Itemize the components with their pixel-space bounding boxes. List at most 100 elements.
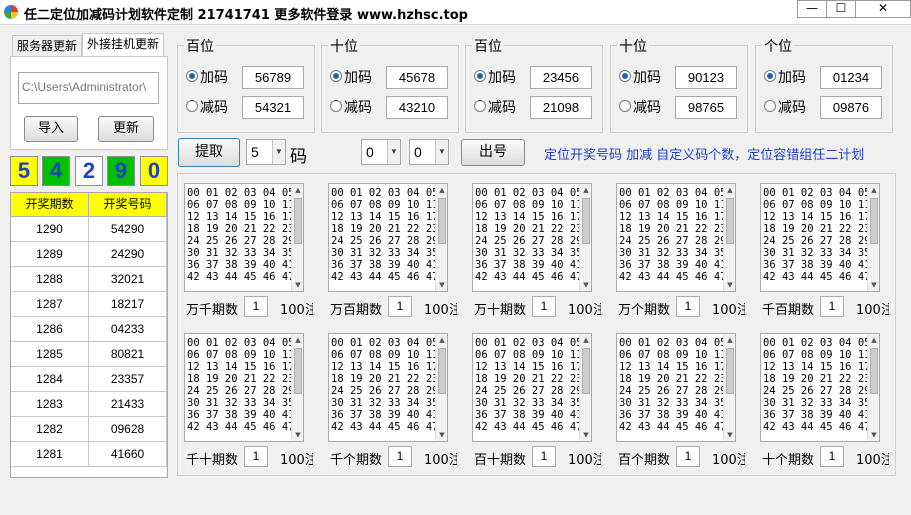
add-radio[interactable] [619, 70, 631, 82]
table-row[interactable]: 1289 24290 [11, 242, 167, 267]
path-input[interactable]: C:\Users\Administrator\ [18, 72, 159, 104]
scrollbar[interactable]: ▲ ▼ [867, 184, 879, 291]
code-listbox[interactable]: 00 01 02 03 04 05 06 07 08 09 10 11 12 1… [328, 183, 448, 292]
chevron-down-icon[interactable]: ▼ [272, 140, 285, 164]
add-radio[interactable] [764, 70, 776, 82]
scroll-up-icon[interactable]: ▲ [868, 184, 879, 196]
add-value-field[interactable]: 56789 [242, 66, 304, 89]
period-input[interactable]: 1 [532, 446, 556, 467]
update-button[interactable]: 更新 [98, 116, 154, 142]
scroll-thumb[interactable] [870, 348, 878, 394]
add-value-field[interactable]: 23456 [530, 66, 592, 89]
select-2[interactable]: 0 ▼ [409, 139, 449, 165]
scroll-down-icon[interactable]: ▼ [580, 279, 591, 291]
code-listbox[interactable]: 00 01 02 03 04 05 06 07 08 09 10 11 12 1… [616, 183, 736, 292]
scroll-down-icon[interactable]: ▼ [580, 429, 591, 441]
sub-value-field[interactable]: 09876 [820, 96, 882, 119]
scroll-up-icon[interactable]: ▲ [436, 184, 447, 196]
scroll-thumb[interactable] [438, 198, 446, 244]
scrollbar[interactable]: ▲ ▼ [291, 334, 303, 441]
period-input[interactable]: 1 [532, 296, 556, 317]
add-value-field[interactable]: 45678 [386, 66, 448, 89]
scroll-up-icon[interactable]: ▲ [724, 184, 735, 196]
period-input[interactable]: 1 [820, 296, 844, 317]
scrollbar[interactable]: ▲ ▼ [291, 184, 303, 291]
table-row[interactable]: 1286 04233 [11, 317, 167, 342]
table-row[interactable]: 1281 41660 [11, 442, 167, 467]
scroll-down-icon[interactable]: ▼ [724, 279, 735, 291]
code-count-select[interactable]: 5 ▼ [246, 139, 286, 165]
code-listbox[interactable]: 00 01 02 03 04 05 06 07 08 09 10 11 12 1… [184, 333, 304, 442]
scroll-thumb[interactable] [582, 348, 590, 394]
scroll-up-icon[interactable]: ▲ [868, 334, 879, 346]
scrollbar[interactable]: ▲ ▼ [435, 334, 447, 441]
scrollbar[interactable]: ▲ ▼ [723, 184, 735, 291]
scroll-down-icon[interactable]: ▼ [292, 429, 303, 441]
scrollbar[interactable]: ▲ ▼ [579, 184, 591, 291]
add-value-field[interactable]: 01234 [820, 66, 882, 89]
table-row[interactable]: 1283 21433 [11, 392, 167, 417]
scrollbar[interactable]: ▲ ▼ [579, 334, 591, 441]
scrollbar[interactable]: ▲ ▼ [435, 184, 447, 291]
scrollbar[interactable]: ▲ ▼ [867, 334, 879, 441]
add-radio[interactable] [186, 70, 198, 82]
sub-radio[interactable] [619, 100, 631, 112]
code-listbox[interactable]: 00 01 02 03 04 05 06 07 08 09 10 11 12 1… [472, 183, 592, 292]
add-value-field[interactable]: 90123 [675, 66, 737, 89]
code-listbox[interactable]: 00 01 02 03 04 05 06 07 08 09 10 11 12 1… [328, 333, 448, 442]
scroll-down-icon[interactable]: ▼ [436, 429, 447, 441]
table-row[interactable]: 1287 18217 [11, 292, 167, 317]
scroll-down-icon[interactable]: ▼ [292, 279, 303, 291]
scroll-down-icon[interactable]: ▼ [868, 279, 879, 291]
scroll-thumb[interactable] [438, 348, 446, 394]
scroll-thumb[interactable] [870, 198, 878, 244]
code-listbox[interactable]: 00 01 02 03 04 05 06 07 08 09 10 11 12 1… [616, 333, 736, 442]
close-button[interactable]: ✕ [855, 0, 911, 18]
sub-value-field[interactable]: 21098 [530, 96, 592, 119]
minimize-button[interactable]: — [797, 0, 827, 18]
code-listbox[interactable]: 00 01 02 03 04 05 06 07 08 09 10 11 12 1… [760, 183, 880, 292]
sub-value-field[interactable]: 43210 [386, 96, 448, 119]
chevron-down-icon[interactable]: ▼ [435, 140, 448, 164]
period-input[interactable]: 1 [388, 296, 412, 317]
period-input[interactable]: 1 [676, 296, 700, 317]
sub-radio[interactable] [330, 100, 342, 112]
sub-radio[interactable] [186, 100, 198, 112]
extract-button[interactable]: 提取 [178, 138, 240, 167]
period-input[interactable]: 1 [244, 296, 268, 317]
table-row[interactable]: 1285 80821 [11, 342, 167, 367]
chevron-down-icon[interactable]: ▼ [387, 140, 400, 164]
select-1[interactable]: 0 ▼ [361, 139, 401, 165]
scroll-up-icon[interactable]: ▲ [580, 184, 591, 196]
period-input[interactable]: 1 [388, 446, 412, 467]
scroll-up-icon[interactable]: ▲ [724, 334, 735, 346]
sub-radio[interactable] [474, 100, 486, 112]
code-listbox[interactable]: 00 01 02 03 04 05 06 07 08 09 10 11 12 1… [760, 333, 880, 442]
add-radio[interactable] [330, 70, 342, 82]
scroll-thumb[interactable] [294, 348, 302, 394]
sub-value-field[interactable]: 54321 [242, 96, 304, 119]
table-row[interactable]: 1290 54290 [11, 217, 167, 242]
scroll-up-icon[interactable]: ▲ [292, 334, 303, 346]
scroll-up-icon[interactable]: ▲ [580, 334, 591, 346]
scroll-down-icon[interactable]: ▼ [868, 429, 879, 441]
tab-external-update[interactable]: 外接挂机更新 [82, 33, 165, 57]
scroll-thumb[interactable] [726, 348, 734, 394]
table-row[interactable]: 1282 09628 [11, 417, 167, 442]
code-listbox[interactable]: 00 01 02 03 04 05 06 07 08 09 10 11 12 1… [472, 333, 592, 442]
period-input[interactable]: 1 [820, 446, 844, 467]
scroll-thumb[interactable] [294, 198, 302, 244]
code-listbox[interactable]: 00 01 02 03 04 05 06 07 08 09 10 11 12 1… [184, 183, 304, 292]
table-row[interactable]: 1288 32021 [11, 267, 167, 292]
scroll-up-icon[interactable]: ▲ [292, 184, 303, 196]
table-row[interactable]: 1284 23357 [11, 367, 167, 392]
add-radio[interactable] [474, 70, 486, 82]
scroll-thumb[interactable] [582, 198, 590, 244]
scrollbar[interactable]: ▲ ▼ [723, 334, 735, 441]
scroll-thumb[interactable] [726, 198, 734, 244]
output-button[interactable]: 出号 [461, 139, 525, 166]
maximize-button[interactable]: ☐ [826, 0, 856, 18]
scroll-up-icon[interactable]: ▲ [436, 334, 447, 346]
tab-server-update[interactable]: 服务器更新 [12, 35, 83, 57]
period-input[interactable]: 1 [244, 446, 268, 467]
